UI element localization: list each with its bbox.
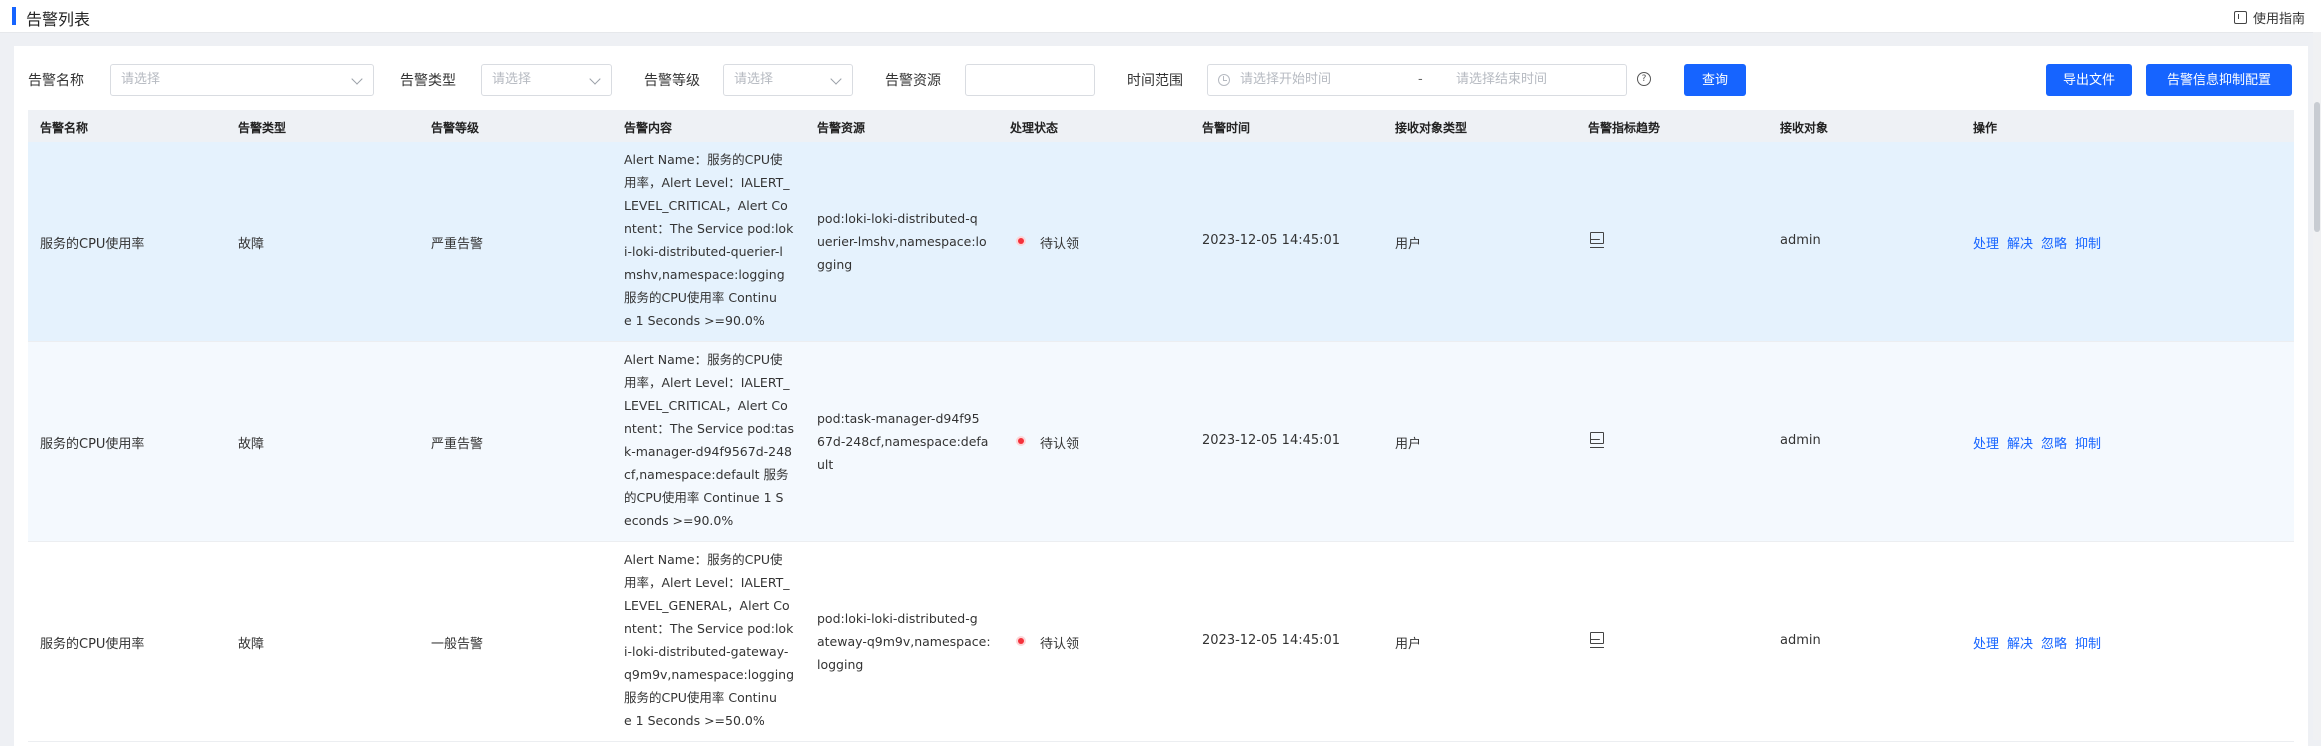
cell-receiver: admin bbox=[1780, 633, 1821, 648]
col-alert-type: 告警类型 bbox=[238, 121, 287, 135]
alert-type-select[interactable]: 请选择 bbox=[481, 64, 612, 96]
status-dot-icon bbox=[1018, 238, 1024, 244]
cell-alert-name: 服务的CPU使用率 bbox=[40, 437, 145, 452]
col-receiver-type: 接收对象类型 bbox=[1395, 121, 1468, 135]
time-range-picker[interactable]: 请选择开始时间 - 请选择结束时间 bbox=[1207, 64, 1627, 96]
trend-chart-icon[interactable] bbox=[1590, 632, 1604, 648]
resolve-link[interactable]: 解决 bbox=[2007, 437, 2033, 452]
alert-type-placeholder: 请选择 bbox=[492, 72, 532, 87]
table-header: 告警名称 告警类型 告警等级 告警内容 告警资源 处理状态 告警时间 接收对象类… bbox=[28, 110, 2294, 142]
alert-list-panel: 告警名称 请选择 告警类型 请选择 告警等级 请选择 告警资源 时间范围 请选择… bbox=[14, 46, 2308, 746]
cell-receiver: admin bbox=[1780, 433, 1821, 448]
cell-receiver: admin bbox=[1780, 233, 1821, 248]
handle-link[interactable]: 处理 bbox=[1973, 237, 1999, 252]
alert-name-select[interactable]: 请选择 bbox=[110, 64, 374, 96]
title-accent-bar bbox=[12, 7, 16, 25]
col-actions: 操作 bbox=[1973, 121, 1998, 135]
col-alert-name: 告警名称 bbox=[40, 121, 89, 135]
chevron-down-icon bbox=[589, 73, 601, 85]
filter-name-label: 告警名称 bbox=[28, 73, 84, 89]
cell-alert-content: Alert Name：服务的CPU使 用率，Alert Level：IALERT… bbox=[624, 152, 794, 328]
col-alert-resource: 告警资源 bbox=[817, 121, 866, 135]
handle-link[interactable]: 处理 bbox=[1973, 437, 1999, 452]
status-dot-icon bbox=[1018, 438, 1024, 444]
cell-alert-name: 服务的CPU使用率 bbox=[40, 237, 145, 252]
cell-alert-resource: pod:loki-loki-distributed-q uerier-lmshv… bbox=[817, 211, 987, 272]
cell-alert-resource: pod:task-manager-d94f95 67d-248cf,namesp… bbox=[817, 411, 989, 472]
cell-status: 待认领 bbox=[1040, 237, 1080, 252]
usage-guide-label: 使用指南 bbox=[2252, 12, 2305, 27]
trend-chart-icon[interactable] bbox=[1590, 232, 1604, 248]
alert-level-select[interactable]: 请选择 bbox=[723, 64, 853, 96]
range-separator: - bbox=[1418, 72, 1423, 87]
clock-icon bbox=[1218, 74, 1230, 86]
guide-icon bbox=[2233, 11, 2247, 24]
cell-alert-time: 2023-12-05 14:45:01 bbox=[1202, 433, 1341, 448]
cell-alert-level: 严重告警 bbox=[431, 237, 484, 252]
cell-alert-type: 故障 bbox=[238, 437, 265, 452]
alert-name-placeholder: 请选择 bbox=[121, 72, 161, 87]
cell-receiver-type: 用户 bbox=[1395, 437, 1422, 452]
table-row[interactable]: 服务的CPU使用率 故障 一般告警 Alert Name：服务的CPU使 用率，… bbox=[28, 542, 2294, 742]
cell-alert-content: Alert Name：服务的CPU使 用率，Alert Level：IALERT… bbox=[624, 352, 795, 528]
cell-alert-type: 故障 bbox=[238, 637, 265, 652]
cell-receiver-type: 用户 bbox=[1395, 637, 1422, 652]
export-file-button[interactable]: 导出文件 bbox=[2046, 64, 2132, 96]
handle-link[interactable]: 处理 bbox=[1973, 637, 1999, 652]
col-receiver: 接收对象 bbox=[1780, 121, 1829, 135]
resolve-link[interactable]: 解决 bbox=[2007, 637, 2033, 652]
end-time-placeholder: 请选择结束时间 bbox=[1456, 72, 1548, 87]
filter-type-label: 告警类型 bbox=[400, 73, 456, 89]
cell-alert-type: 故障 bbox=[238, 237, 265, 252]
cell-status: 待认领 bbox=[1040, 637, 1080, 652]
table-row[interactable]: 服务的CPU使用率 故障 严重告警 Alert Name：服务的CPU使 用率，… bbox=[28, 142, 2294, 342]
chevron-down-icon bbox=[830, 73, 842, 85]
table-row[interactable]: 服务的CPU使用率 故障 严重告警 Alert Name：服务的CPU使 用率，… bbox=[28, 342, 2294, 542]
page-title: 告警列表 bbox=[26, 10, 91, 29]
cell-alert-content: Alert Name：服务的CPU使 用率，Alert Level：IALERT… bbox=[624, 552, 795, 728]
alert-resource-input[interactable] bbox=[965, 64, 1095, 96]
filter-level-label: 告警等级 bbox=[644, 73, 700, 89]
chevron-down-icon bbox=[351, 73, 363, 85]
suppress-link[interactable]: 抑制 bbox=[2075, 237, 2101, 252]
cell-alert-resource: pod:loki-loki-distributed-g ateway-q9m9v… bbox=[817, 611, 991, 672]
page-scrollbar[interactable] bbox=[2313, 32, 2321, 740]
cell-alert-time: 2023-12-05 14:45:01 bbox=[1202, 233, 1341, 248]
col-alert-content: 告警内容 bbox=[624, 121, 673, 135]
query-button[interactable]: 查询 bbox=[1684, 64, 1746, 96]
suppress-config-button[interactable]: 告警信息抑制配置 bbox=[2146, 64, 2292, 96]
trend-chart-icon[interactable] bbox=[1590, 432, 1604, 448]
suppress-link[interactable]: 抑制 bbox=[2075, 637, 2101, 652]
row-actions: 处理 解决 忽略 抑制 bbox=[1973, 633, 2109, 652]
start-time-placeholder: 请选择开始时间 bbox=[1240, 72, 1332, 87]
ignore-link[interactable]: 忽略 bbox=[2041, 437, 2067, 452]
ignore-link[interactable]: 忽略 bbox=[2041, 237, 2067, 252]
row-actions: 处理 解决 忽略 抑制 bbox=[1973, 233, 2109, 252]
filter-time-label: 时间范围 bbox=[1127, 73, 1183, 89]
col-status: 处理状态 bbox=[1010, 121, 1059, 135]
top-bar: 告警列表 使用指南 bbox=[0, 0, 2321, 33]
row-actions: 处理 解决 忽略 抑制 bbox=[1973, 433, 2109, 452]
alert-level-placeholder: 请选择 bbox=[734, 72, 774, 87]
col-alert-time: 告警时间 bbox=[1202, 121, 1251, 135]
col-alert-level: 告警等级 bbox=[431, 121, 480, 135]
col-trend: 告警指标趋势 bbox=[1588, 121, 1661, 135]
cell-receiver-type: 用户 bbox=[1395, 237, 1422, 252]
filter-resource-label: 告警资源 bbox=[885, 73, 941, 89]
status-dot-icon bbox=[1018, 638, 1024, 644]
cell-alert-level: 严重告警 bbox=[431, 437, 484, 452]
cell-status: 待认领 bbox=[1040, 437, 1080, 452]
resolve-link[interactable]: 解决 bbox=[2007, 237, 2033, 252]
usage-guide-link[interactable]: 使用指南 bbox=[2233, 8, 2305, 27]
suppress-link[interactable]: 抑制 bbox=[2075, 437, 2101, 452]
cell-alert-time: 2023-12-05 14:45:01 bbox=[1202, 633, 1341, 648]
ignore-link[interactable]: 忽略 bbox=[2041, 637, 2067, 652]
cell-alert-level: 一般告警 bbox=[431, 637, 484, 652]
cell-alert-name: 服务的CPU使用率 bbox=[40, 637, 145, 652]
help-icon[interactable]: ? bbox=[1637, 72, 1651, 86]
scrollbar-thumb[interactable] bbox=[2314, 102, 2320, 232]
